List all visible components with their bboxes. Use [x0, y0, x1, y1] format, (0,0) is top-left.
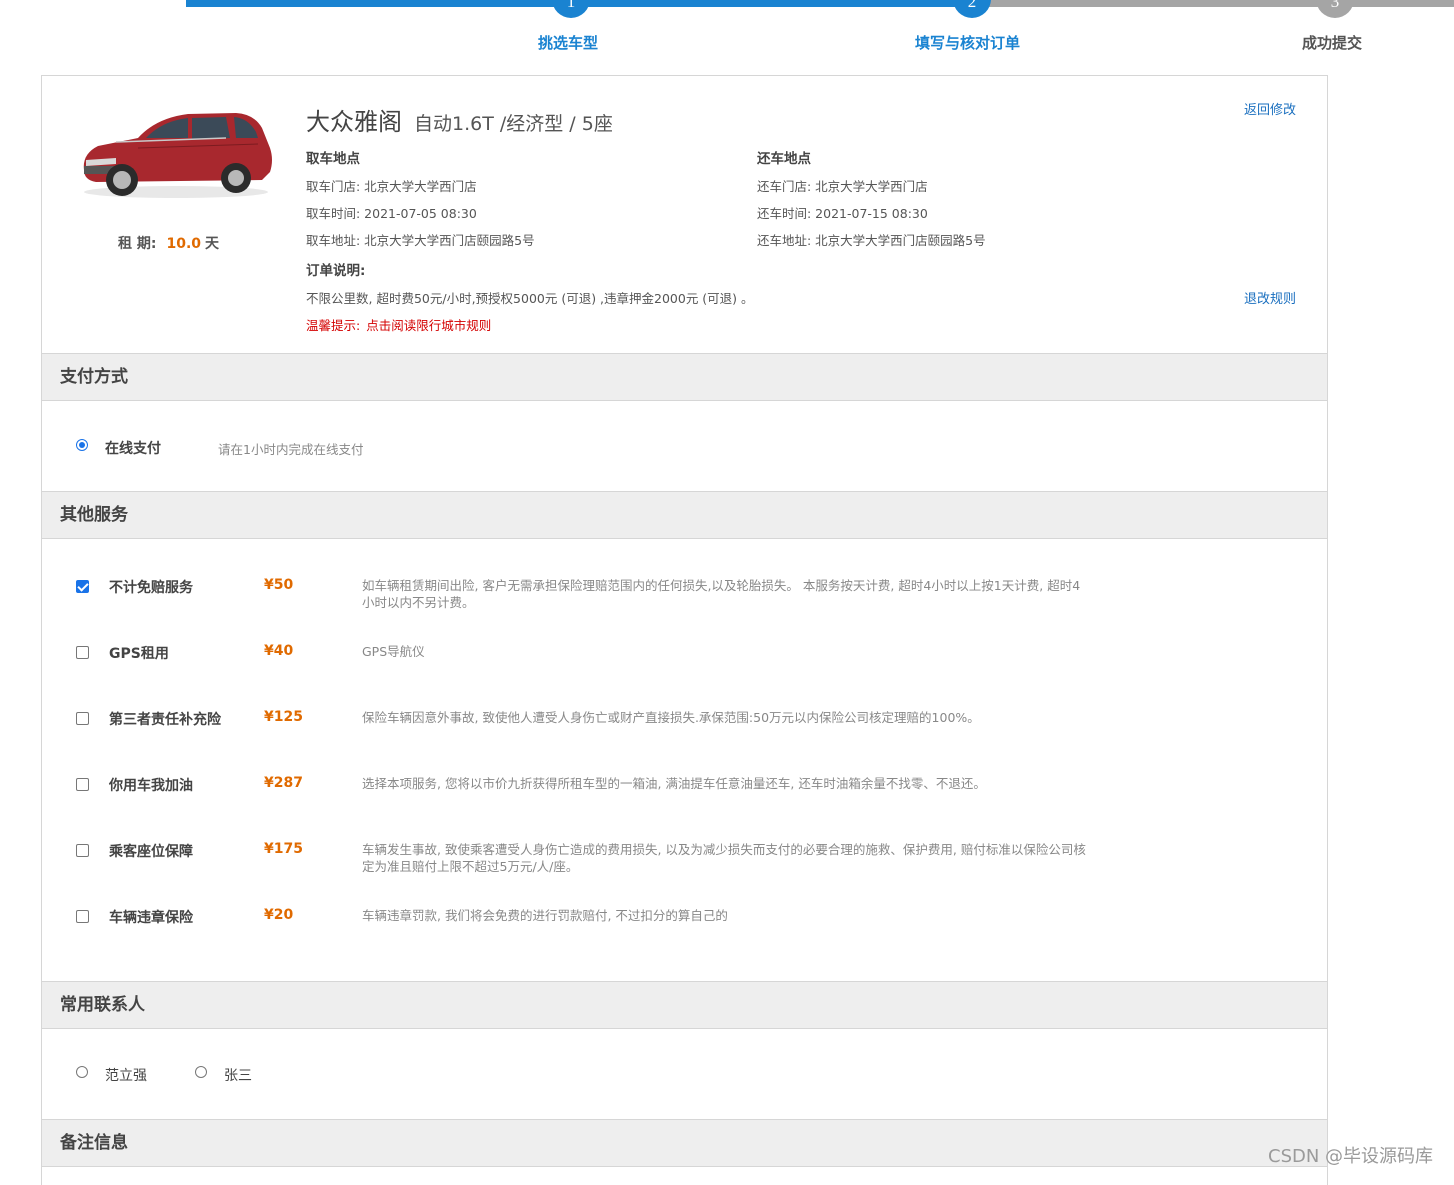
rental-period: 租 期: 10.0 天 [118, 233, 219, 253]
rental-days-value: 10.0 [166, 236, 202, 252]
online-payment-radio[interactable] [76, 439, 88, 451]
service-checkbox[interactable] [76, 646, 89, 659]
online-payment-hint: 请在1小时内完成在线支付 [218, 442, 364, 457]
step-3-circle: 3 [1316, 0, 1354, 18]
progress-bar-pending [972, 0, 1454, 7]
return-heading: 还车地点 [757, 151, 811, 167]
order-note-text: 不限公里数, 超时费50元/小时,预授权5000元 (可退) ,违章押金2000… [306, 291, 754, 306]
order-note: 订单说明: 不限公里数, 超时费50元/小时,预授权5000元 (可退) ,违章… [306, 258, 754, 339]
contact-radio[interactable] [195, 1066, 207, 1078]
progress-steps: 1 2 3 挑选车型 填写与核对订单 成功提交 [0, 0, 1454, 70]
contacts-section-heading: 常用联系人 [42, 981, 1327, 1029]
contact-name: 张三 [224, 1068, 252, 1084]
service-name: 不计免赔服务 [109, 580, 193, 596]
car-name: 大众雅阁 [306, 108, 402, 136]
pickup-time: 取车时间: 2021-07-05 08:30 [306, 206, 477, 221]
service-price: ¥50 [264, 577, 294, 593]
warm-tip: 温馨提示: 点击阅读限行城市规则 [306, 312, 754, 339]
service-name: 第三者责任补充险 [109, 712, 221, 728]
payment-section-heading: 支付方式 [42, 353, 1327, 401]
service-description: 车辆违章罚款, 我们将会免费的进行罚款赔付, 不过扣分的算自己的 [362, 908, 728, 923]
car-spec: 自动1.6T /经济型 / 5座 [414, 113, 613, 135]
step-1-label: 挑选车型 [538, 34, 599, 52]
return-location: 还车地点 还车门店: 北京大学大学西门店 还车时间: 2021-07-15 08… [757, 146, 986, 254]
step-2-label: 填写与核对订单 [915, 34, 1021, 52]
service-name: GPS租用 [109, 646, 169, 662]
service-checkbox[interactable] [76, 580, 89, 593]
pickup-heading: 取车地点 [306, 151, 360, 167]
service-name: 你用车我加油 [109, 778, 193, 794]
csdn-watermark: CSDN @毕设源码库 [1268, 1146, 1434, 1167]
order-note-heading: 订单说明: [306, 263, 366, 279]
service-name: 乘客座位保障 [109, 844, 193, 860]
car-title: 大众雅阁 自动1.6T /经济型 / 5座 [306, 102, 613, 137]
back-to-edit-link[interactable]: 返回修改 [1244, 99, 1296, 118]
online-payment-label: 在线支付 [105, 441, 161, 457]
step-1-circle: 1 [552, 0, 590, 18]
contact-name: 范立强 [105, 1068, 147, 1084]
return-time: 还车时间: 2021-07-15 08:30 [757, 206, 928, 221]
rental-days-unit: 天 [205, 236, 220, 252]
service-name: 车辆违章保险 [109, 910, 193, 926]
service-checkbox[interactable] [76, 844, 89, 857]
service-price: ¥175 [264, 841, 303, 857]
car-image [83, 113, 273, 198]
service-description: 选择本项服务, 您将以市价九折获得所租车型的一箱油, 满油提车任意油量还车, 还… [362, 776, 986, 791]
service-checkbox[interactable] [76, 910, 89, 923]
service-description: 如车辆租赁期间出险, 客户无需承担保险理赔范围内的任何损失,以及轮胎损失。 本服… [362, 578, 1081, 610]
warm-tip-label: 温馨提示: [306, 318, 361, 333]
service-description: 保险车辆因意外事故, 致使他人遭受人身伤亡或财产直接损失.承保范围:50万元以内… [362, 710, 980, 725]
pickup-store: 取车门店: 北京大学大学西门店 [306, 179, 477, 194]
services-section-heading: 其他服务 [42, 491, 1327, 539]
service-price: ¥125 [264, 709, 303, 725]
service-checkbox[interactable] [76, 712, 89, 725]
step-2-circle: 2 [953, 0, 991, 18]
service-checkbox[interactable] [76, 778, 89, 791]
service-price: ¥40 [264, 643, 294, 659]
service-price: ¥287 [264, 775, 303, 791]
step-3-label: 成功提交 [1302, 34, 1363, 52]
return-store: 还车门店: 北京大学大学西门店 [757, 179, 928, 194]
rental-period-label: 租 期: [118, 236, 157, 252]
service-description: 车辆发生事故, 致使乘客遭受人身伤亡造成的费用损失, 以及为减少损失而支付的必要… [362, 842, 1086, 874]
refund-rules-link[interactable]: 退改规则 [1244, 288, 1296, 307]
city-restriction-rules-link[interactable]: 点击阅读限行城市规则 [366, 318, 491, 333]
contact-radio[interactable] [76, 1066, 88, 1078]
car-info-section: 租 期: 10.0 天 大众雅阁 自动1.6T /经济型 / 5座 返回修改 取车地点… [42, 76, 1327, 353]
order-form: 租 期: 10.0 天 大众雅阁 自动1.6T /经济型 / 5座 返回修改 取车地点… [41, 75, 1328, 1185]
service-description: GPS导航仪 [362, 644, 425, 659]
remarks-section-heading: 备注信息 [42, 1119, 1327, 1167]
pickup-address: 取车地址: 北京大学大学西门店颐园路5号 [306, 233, 535, 248]
pickup-location: 取车地点 取车门店: 北京大学大学西门店 取车时间: 2021-07-05 08… [306, 146, 535, 254]
service-price: ¥20 [264, 907, 294, 923]
return-address: 还车地址: 北京大学大学西门店颐园路5号 [757, 233, 986, 248]
